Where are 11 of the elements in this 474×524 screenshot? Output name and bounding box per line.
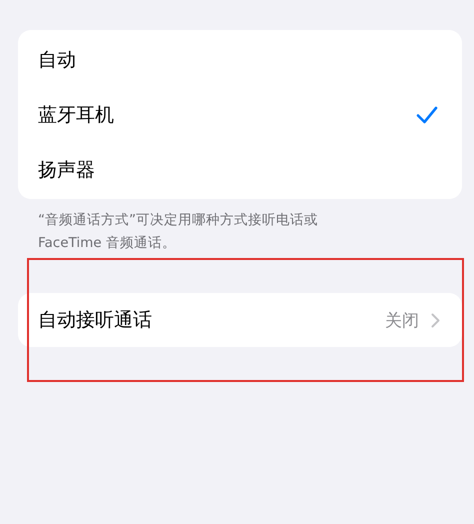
option-label: 自动 [38, 48, 76, 72]
option-label: 扬声器 [38, 158, 95, 182]
option-row[interactable]: 自动 [18, 32, 462, 87]
setting-value: 关闭 [385, 310, 419, 332]
setting-label: 自动接听通话 [38, 308, 153, 333]
auto-answer-row[interactable]: 自动接听通话 关闭 [18, 293, 462, 347]
chevron-icon [431, 312, 440, 328]
option-row[interactable]: 扬声器 [18, 142, 462, 197]
option-label: 蓝牙耳机 [38, 102, 114, 128]
footer-note: “音频通话方式”可决定用哪种方式接听电话或 FaceTime 音频通话。 [37, 211, 319, 253]
option-row[interactable]: 蓝牙耳机 [18, 87, 462, 142]
